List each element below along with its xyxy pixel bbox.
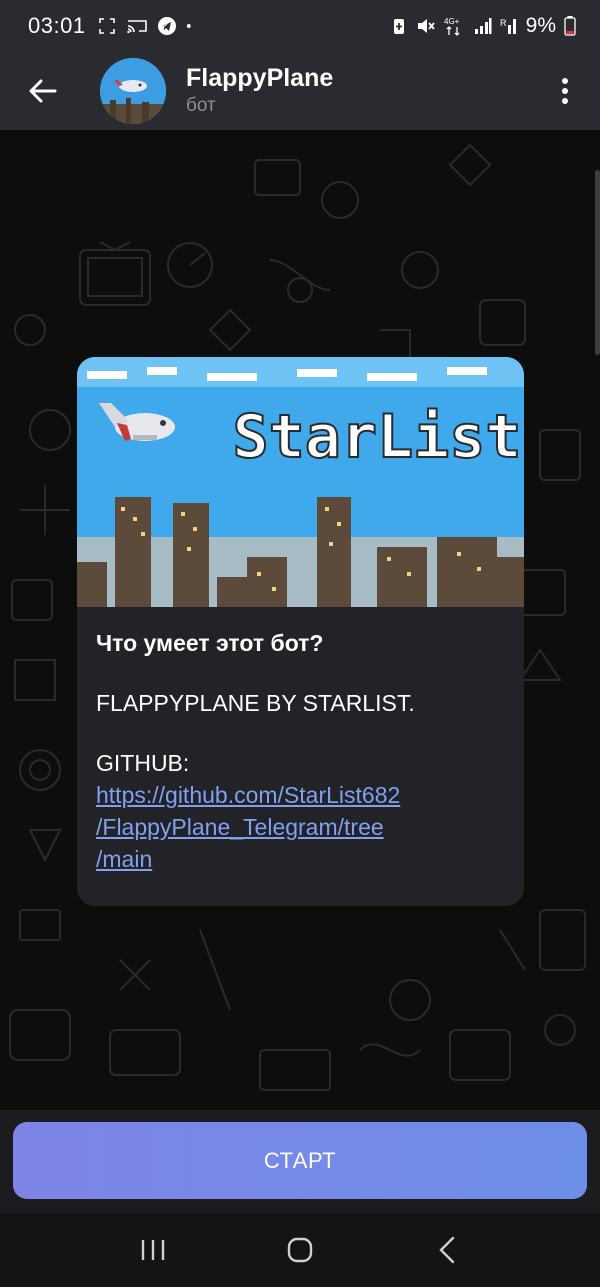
- github-link-line-1: https://github.com/StarList682: [96, 782, 401, 808]
- github-link[interactable]: https://github.com/StarList682 /FlappyPl…: [96, 779, 505, 875]
- home-icon: [287, 1237, 313, 1263]
- signal-bars-2-icon: R: [500, 18, 516, 34]
- chat-header: FlappyPlane бот: [0, 52, 600, 130]
- telegram-icon: [157, 17, 176, 35]
- home-button[interactable]: [270, 1220, 330, 1280]
- scroll-indicator[interactable]: [595, 170, 600, 355]
- 4g-signal-icon: 4G+: [444, 17, 460, 36]
- mute-icon: [417, 19, 435, 33]
- signal-bars-icon: [474, 18, 492, 34]
- nav-back-icon: [438, 1236, 454, 1264]
- recents-button[interactable]: [123, 1220, 183, 1280]
- bot-name: FlappyPlane: [186, 64, 334, 92]
- battery-saver-icon: [393, 19, 404, 34]
- card-body: Что умеет этот бот? FLAPPYPLANE BY STARL…: [77, 627, 524, 875]
- status-time: 03:01: [28, 13, 86, 38]
- system-nav-bar: [0, 1213, 600, 1287]
- battery-percent: 9%: [525, 14, 556, 37]
- recents-icon: [142, 1240, 165, 1260]
- cast-icon: [126, 20, 147, 34]
- svg-text:StarList: StarList: [233, 402, 522, 472]
- github-label: GITHUB:: [96, 750, 190, 776]
- more-menu-button[interactable]: [530, 52, 600, 130]
- avatar[interactable]: [100, 58, 166, 124]
- github-link-line-2: /FlappyPlane_Telegram/tree: [96, 814, 384, 840]
- nav-back-button[interactable]: [417, 1220, 477, 1280]
- dot-icon: [186, 24, 191, 28]
- bot-preview-image: StarList: [77, 357, 524, 607]
- status-right-icons: 4G+ R 9%: [390, 14, 576, 38]
- bottom-area: СТАРТ: [0, 1110, 600, 1213]
- back-button[interactable]: [0, 52, 86, 130]
- arrow-left-icon: [29, 79, 57, 103]
- card-title: Что умеет этот бот?: [96, 630, 324, 656]
- avatar-image: [100, 58, 166, 124]
- screenshot-icon: [98, 18, 115, 34]
- svg-text:4G+: 4G+: [444, 17, 460, 26]
- bot-status: бот: [186, 95, 216, 116]
- more-vertical-icon: [562, 78, 568, 104]
- battery-icon: [564, 16, 576, 36]
- status-left-icons: [98, 17, 196, 35]
- card-description: FLAPPYPLANE BY STARLIST.: [96, 690, 415, 716]
- header-text[interactable]: FlappyPlane бот: [186, 63, 333, 119]
- chat-area[interactable]: StarList Что умеет этот бот? FLAPPYPLANE…: [0, 130, 600, 1110]
- svg-text:R: R: [500, 18, 507, 28]
- status-bar: 03:01 4G+ R 9%: [0, 0, 600, 52]
- github-link-line-3: /main: [96, 846, 153, 872]
- start-button[interactable]: СТАРТ: [13, 1122, 587, 1199]
- bot-info-card: StarList Что умеет этот бот? FLAPPYPLANE…: [77, 357, 524, 906]
